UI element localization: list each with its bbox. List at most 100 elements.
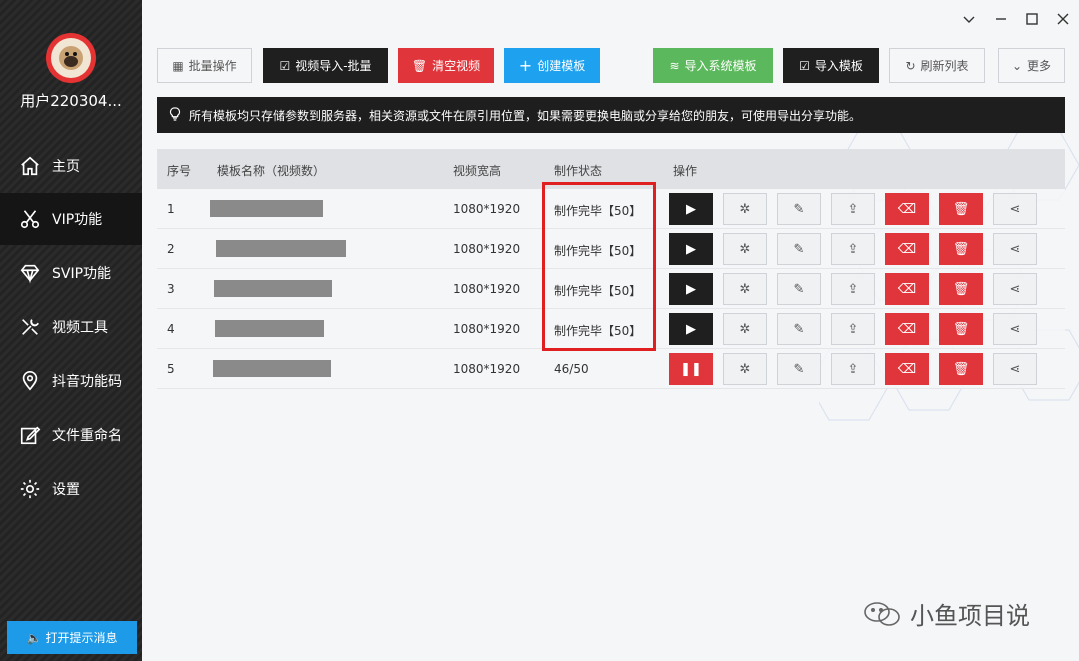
export-button[interactable]: ⇪ (831, 353, 875, 385)
maximize-button[interactable] (1023, 10, 1041, 28)
play-icon: ▶ (686, 321, 696, 337)
share-button[interactable]: ⋖ (993, 313, 1037, 345)
share-icon: ⋖ (1009, 361, 1021, 377)
gear-icon (18, 477, 42, 501)
checkbox-edit-icon: ☑ (279, 58, 291, 73)
trash-icon: 🗑 (952, 201, 970, 217)
delete-button[interactable]: 🗑 (939, 273, 983, 305)
pencil-icon: ✎ (793, 361, 805, 377)
clear-videos-button[interactable]: 🗑 清空视频 (398, 48, 494, 83)
open-notifications-button[interactable]: 🔈 打开提示消息 (7, 621, 137, 654)
edit-button[interactable]: ✎ (777, 353, 821, 385)
edit-button[interactable]: ✎ (777, 273, 821, 305)
username: 用户220304... (20, 92, 122, 110)
collapse-button[interactable] (960, 10, 978, 28)
export-button[interactable]: ⇪ (831, 193, 875, 225)
tools-icon (18, 315, 42, 339)
sidebar-item-settings[interactable]: 设置 (0, 463, 142, 515)
effects-button[interactable]: ✲ (723, 313, 767, 345)
delete-button[interactable]: 🗑 (939, 233, 983, 265)
speaker-icon: 🔈 (26, 630, 42, 645)
sidebar-item-label: 文件重命名 (52, 428, 122, 444)
avatar[interactable] (46, 33, 96, 83)
edit-button[interactable]: ✎ (777, 313, 821, 345)
lightbulb-icon (167, 106, 183, 125)
erase-button[interactable]: ⌫ (885, 353, 929, 385)
edit-button[interactable]: ✎ (777, 233, 821, 265)
main-panel: ▦ 批量操作 ☑ 视频导入-批量 🗑 清空视频 + 创建模板 ≋ 导入系统模板 … (142, 0, 1079, 661)
share-button[interactable]: ⋖ (993, 353, 1037, 385)
export-button[interactable]: ⇪ (831, 233, 875, 265)
export-button[interactable]: ⇪ (831, 313, 875, 345)
eraser-icon: ⌫ (897, 361, 917, 377)
share-icon: ⋖ (1009, 321, 1021, 337)
sidebar-item-rename[interactable]: 文件重命名 (0, 409, 142, 461)
sidebar-item-label: SVIP功能 (52, 266, 112, 282)
play-button[interactable]: ▶ (669, 313, 713, 345)
delete-button[interactable]: 🗑 (939, 353, 983, 385)
erase-button[interactable]: ⌫ (885, 273, 929, 305)
sidebar-item-video-tools[interactable]: 视频工具 (0, 301, 142, 353)
effects-button[interactable]: ✲ (723, 193, 767, 225)
edit-icon (18, 423, 42, 447)
erase-button[interactable]: ⌫ (885, 313, 929, 345)
eraser-icon: ⌫ (897, 201, 917, 217)
pause-button[interactable]: ❚❚ (669, 353, 713, 385)
row-size: 1080*1920 (453, 202, 521, 216)
trash-icon: 🗑 (952, 241, 970, 257)
share-button[interactable]: ⋖ (993, 193, 1037, 225)
redacted-name (216, 240, 346, 257)
effects-button[interactable]: ✲ (723, 233, 767, 265)
row-index: 3 (167, 282, 175, 296)
sidebar-item-label: 视频工具 (52, 320, 108, 336)
play-icon: ▶ (686, 281, 696, 297)
delete-button[interactable]: 🗑 (939, 313, 983, 345)
upload-icon: ⇪ (847, 201, 859, 217)
watermark-text: 小鱼项目说 (910, 602, 1030, 630)
play-button[interactable]: ▶ (669, 193, 713, 225)
redacted-name (215, 320, 324, 337)
refresh-list-button[interactable]: ↻ 刷新列表 (889, 48, 985, 83)
sidebar-item-label: 设置 (52, 482, 80, 498)
edit-button[interactable]: ✎ (777, 193, 821, 225)
pause-icon: ❚❚ (680, 361, 702, 377)
eraser-icon: ⌫ (897, 241, 917, 257)
eraser-icon: ⌫ (897, 281, 917, 297)
row-size: 1080*1920 (453, 242, 521, 256)
batch-operation-button[interactable]: ▦ 批量操作 (157, 48, 252, 83)
share-button[interactable]: ⋖ (993, 233, 1037, 265)
template-table: 序号 模板名称（视频数） 视频宽高 制作状态 操作 1 1080*1920 制作完毕… (157, 149, 1065, 389)
play-button[interactable]: ▶ (669, 233, 713, 265)
play-icon: ▶ (686, 201, 696, 217)
delete-button[interactable]: 🗑 (939, 193, 983, 225)
redacted-name (210, 200, 323, 217)
export-button[interactable]: ⇪ (831, 273, 875, 305)
pencil-icon: ✎ (793, 321, 805, 337)
sidebar-item-douyin-code[interactable]: 抖音功能码 (0, 355, 142, 407)
location-icon (18, 369, 42, 393)
effects-button[interactable]: ✲ (723, 353, 767, 385)
create-template-button[interactable]: + 创建模板 (504, 48, 600, 83)
upload-icon: ⇪ (847, 321, 859, 337)
eraser-icon: ⌫ (897, 321, 917, 337)
video-import-batch-button[interactable]: ☑ 视频导入-批量 (263, 48, 388, 83)
close-button[interactable] (1054, 10, 1072, 28)
play-button[interactable]: ▶ (669, 273, 713, 305)
upload-icon: ⇪ (847, 361, 859, 377)
share-button[interactable]: ⋖ (993, 273, 1037, 305)
minimize-button[interactable] (992, 10, 1010, 28)
import-system-template-button[interactable]: ≋ 导入系统模板 (653, 48, 773, 83)
erase-button[interactable]: ⌫ (885, 233, 929, 265)
row-status: 制作完毕【50】 (554, 244, 642, 258)
effects-button[interactable]: ✲ (723, 273, 767, 305)
share-icon: ⋖ (1009, 201, 1021, 217)
sparkle-icon: ✲ (739, 201, 751, 217)
share-icon: ⋖ (1009, 241, 1021, 257)
sidebar-item-label: VIP功能 (52, 212, 103, 228)
import-template-button[interactable]: ☑ 导入模板 (783, 48, 879, 83)
erase-button[interactable]: ⌫ (885, 193, 929, 225)
sidebar-item-vip[interactable]: VIP功能 (0, 193, 142, 245)
more-button[interactable]: ⌄ 更多 (998, 48, 1065, 83)
sidebar-item-svip[interactable]: SVIP功能 (0, 247, 142, 299)
sidebar-item-home[interactable]: 主页 (0, 140, 142, 192)
